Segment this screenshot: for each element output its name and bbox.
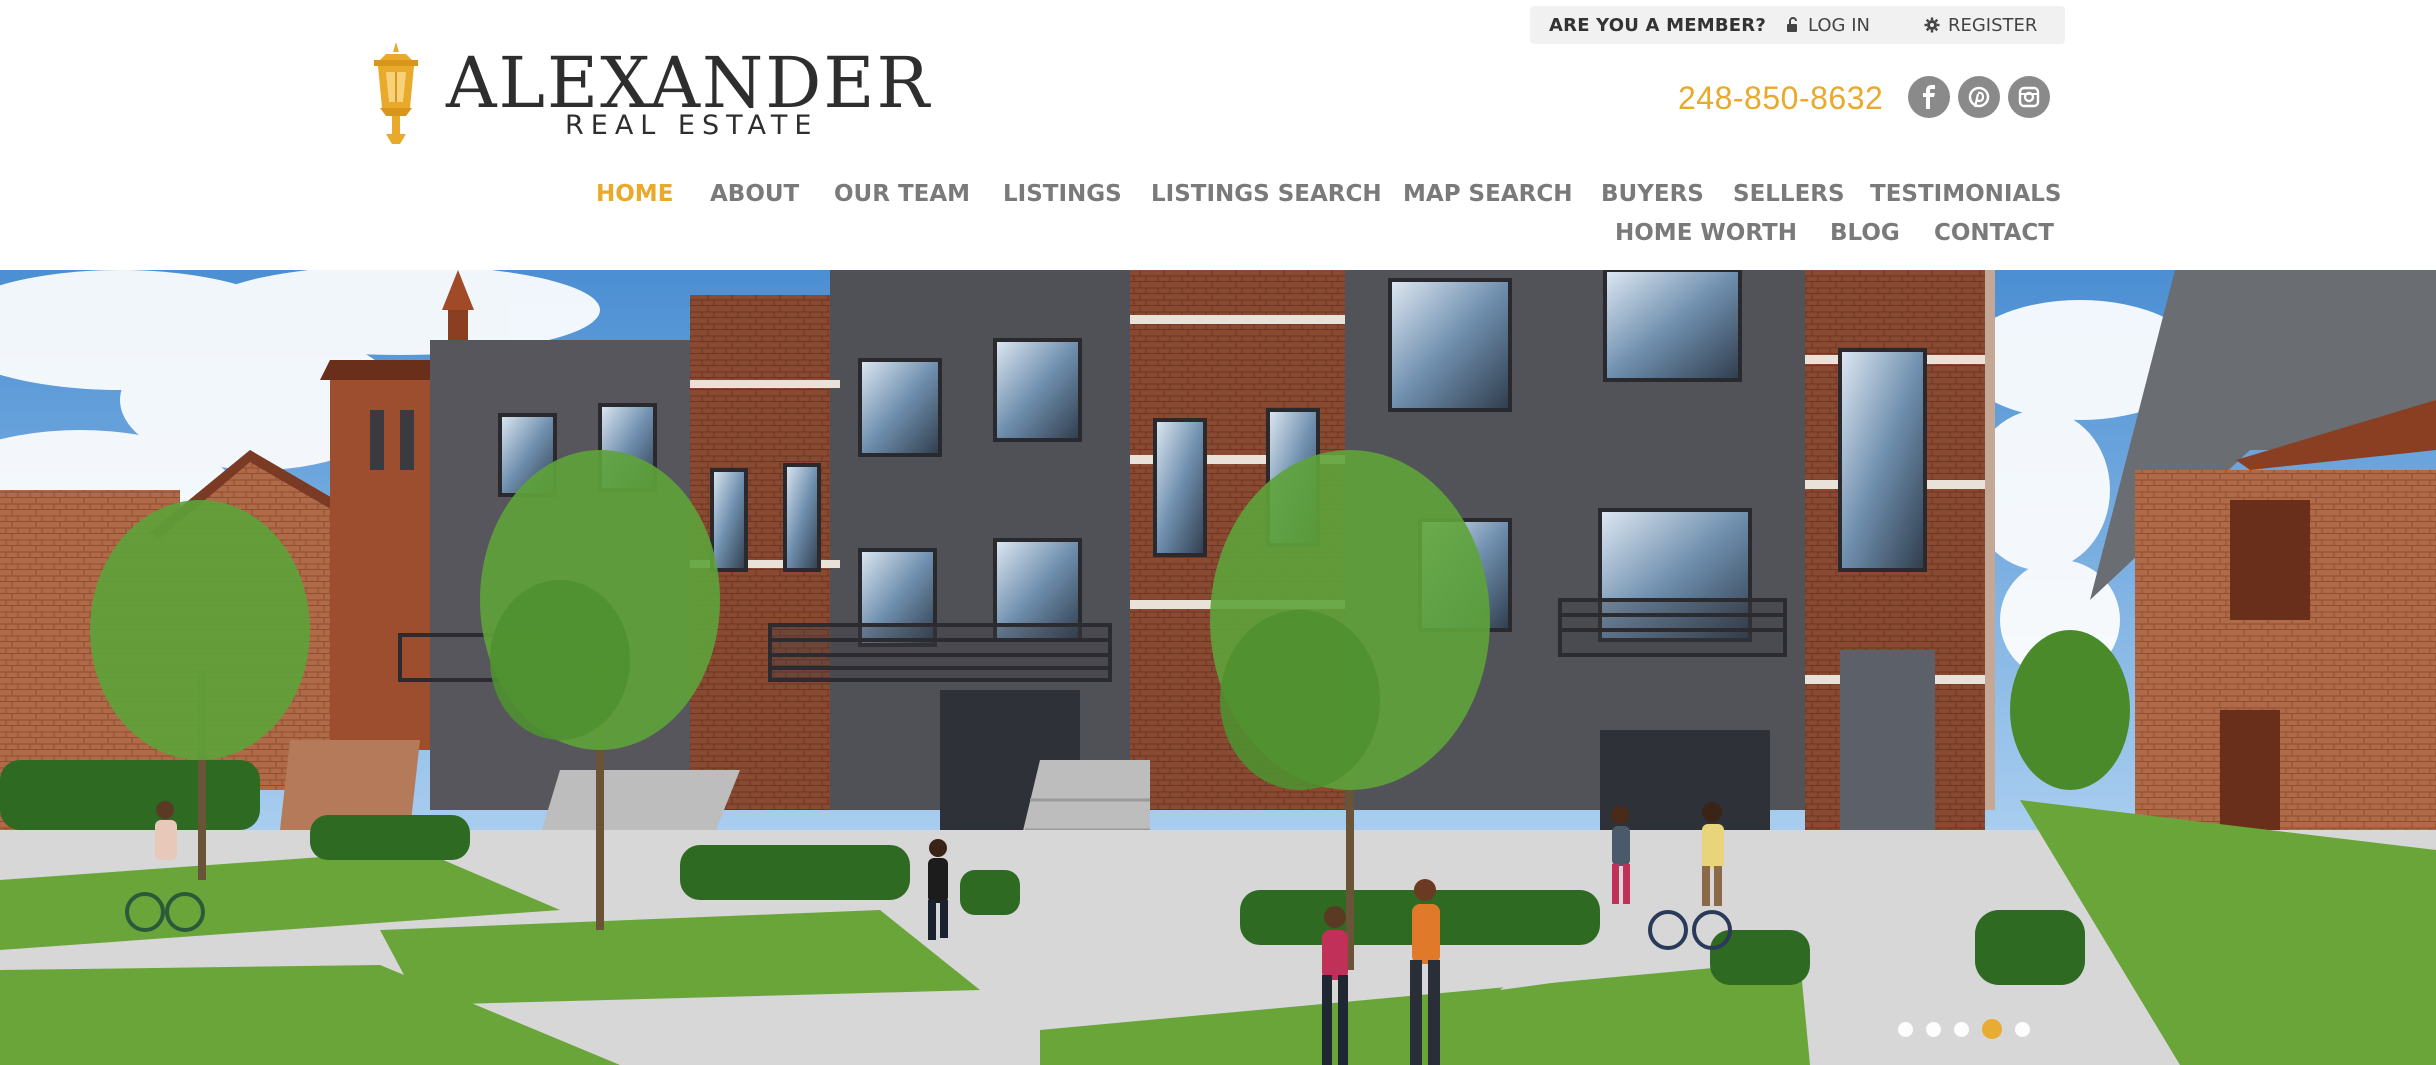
instagram-icon[interactable] [2008, 76, 2050, 118]
facebook-icon[interactable] [1908, 76, 1950, 118]
login-link[interactable]: LOG IN [1786, 15, 1870, 36]
nav-map-search[interactable]: MAP SEARCH [1403, 183, 1572, 206]
nav-home[interactable]: HOME [596, 183, 673, 206]
site-logo[interactable]: ALEXANDER REAL ESTATE [366, 40, 946, 146]
nav-our-team[interactable]: OUR TEAM [834, 183, 970, 206]
nav-buyers[interactable]: BUYERS [1601, 183, 1704, 206]
slide-indicators [1898, 1019, 2030, 1039]
slide-dot[interactable] [2015, 1021, 2030, 1037]
nav-testimonials[interactable]: TESTIMONIALS [1870, 183, 2061, 206]
nav-sellers[interactable]: SELLERS [1733, 183, 1845, 206]
nav-listings-search[interactable]: LISTINGS SEARCH [1151, 183, 1382, 206]
register-label[interactable]: REGISTER [1948, 15, 2037, 36]
social-links [1908, 76, 2050, 118]
lantern-icon [366, 42, 426, 151]
hero-image [0, 270, 2436, 1065]
slide-dot[interactable] [1926, 1021, 1941, 1037]
member-question: ARE YOU A MEMBER? [1549, 14, 1766, 36]
slide-dot[interactable] [1954, 1021, 1969, 1037]
register-link[interactable]: REGISTER [1924, 15, 2037, 36]
gear-icon [1924, 17, 1940, 33]
member-bar: ARE YOU A MEMBER? LOG IN REGISTER [1530, 6, 2065, 44]
nav-contact[interactable]: CONTACT [1934, 222, 2054, 245]
login-label[interactable]: LOG IN [1808, 15, 1870, 36]
slide-dot[interactable] [1898, 1021, 1913, 1037]
nav-blog[interactable]: BLOG [1830, 222, 1900, 245]
logo-name: ALEXANDER [446, 42, 932, 124]
phone-number[interactable]: 248-850-8632 [1678, 80, 1883, 117]
hero-slideshow[interactable] [0, 270, 2436, 1065]
nav-home-worth[interactable]: HOME WORTH [1615, 222, 1797, 245]
slide-dot-active[interactable] [1982, 1019, 2002, 1039]
nav-listings[interactable]: LISTINGS [1003, 183, 1122, 206]
pinterest-icon[interactable] [1958, 76, 2000, 118]
logo-subtitle: REAL ESTATE [565, 110, 819, 141]
nav-about[interactable]: ABOUT [710, 183, 799, 206]
unlock-icon [1786, 17, 1800, 33]
